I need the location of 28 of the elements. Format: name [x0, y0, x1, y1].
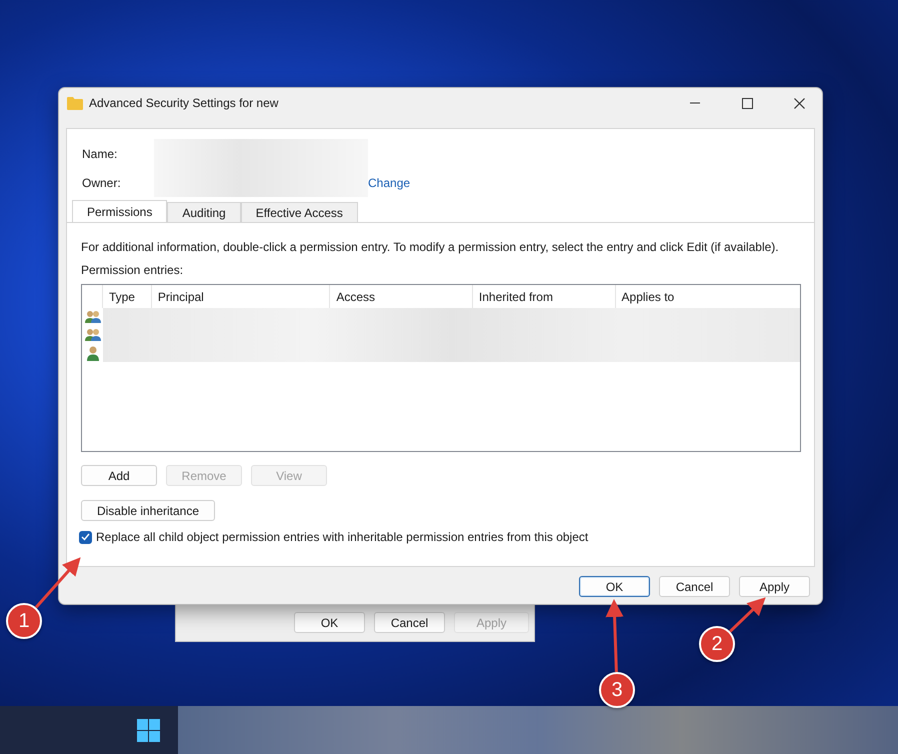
disable-inheritance-button[interactable]: Disable inheritance [81, 500, 215, 521]
dialog-button[interactable]: Cancel [374, 612, 445, 633]
column-header[interactable]: Applies to [616, 285, 800, 308]
window-title: Advanced Security Settings for new [89, 96, 280, 110]
dialog-button[interactable]: Cancel [659, 576, 730, 597]
maximize-icon [742, 98, 752, 108]
name-label: Name: [82, 146, 118, 160]
checkbox-label: Replace all child object permission entries with inheritable permission entries from this object [96, 530, 588, 544]
tab[interactable]: Effective Access [240, 202, 358, 222]
info-text: For additional information, double-click a permission entry. To modify a permission entry, select the entry and click Edit (if available). [81, 240, 780, 254]
annotation-arrow [34, 557, 81, 609]
dialog-button[interactable]: Apply [739, 576, 810, 597]
entries-label: Permission entries: [81, 263, 184, 277]
folder-icon [67, 96, 83, 110]
dialog-button[interactable]: OK [579, 576, 650, 597]
close-icon [794, 98, 804, 108]
user-icon [86, 346, 98, 360]
user-group-icon [84, 310, 100, 324]
change-link[interactable]: Change [368, 176, 410, 190]
user-group-icon [84, 328, 100, 342]
annotation-arrow [728, 597, 766, 633]
dialog-button[interactable]: OK [294, 612, 365, 633]
checkbox[interactable] [79, 530, 92, 544]
tab[interactable]: Permissions [72, 200, 168, 222]
entry-button[interactable]: Add [81, 465, 157, 486]
owner-label: Owner: [82, 176, 122, 190]
windows-logo-icon[interactable] [137, 718, 160, 742]
tab[interactable]: Auditing [167, 202, 241, 222]
